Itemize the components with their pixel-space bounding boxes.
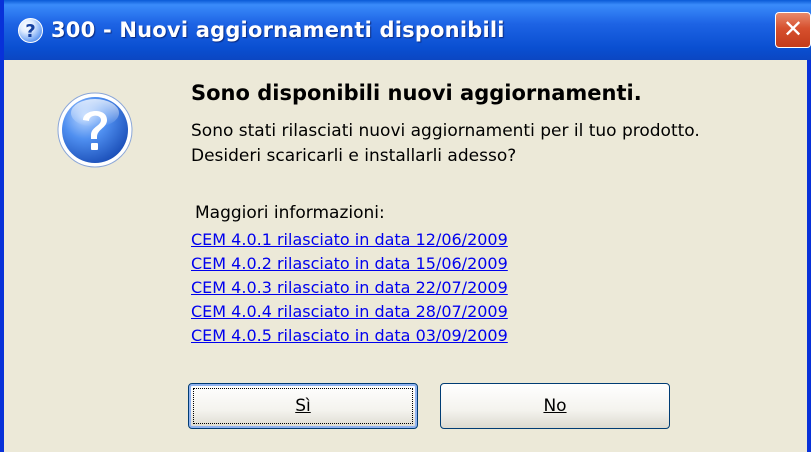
- dialog-heading: Sono disponibili nuovi aggiornamenti.: [191, 81, 642, 105]
- release-link-4-0-2[interactable]: CEM 4.0.2 rilasciato in data 15/06/2009: [191, 254, 508, 273]
- dialog-window: ? 300 - Nuovi aggiornamenti disponibili …: [0, 0, 811, 452]
- release-link-4-0-3[interactable]: CEM 4.0.3 rilasciato in data 22/07/2009: [191, 278, 508, 297]
- window-title: 300 - Nuovi aggiornamenti disponibili: [51, 18, 505, 42]
- no-button[interactable]: No: [440, 383, 670, 429]
- message-line-2: Desideri scaricarli e installarli adesso…: [191, 146, 517, 166]
- list-item: CEM 4.0.4 rilasciato in data 28/07/2009: [191, 300, 508, 324]
- yes-button-label: Sì: [295, 396, 311, 416]
- help-icon: ?: [18, 17, 43, 43]
- yes-button[interactable]: Sì: [188, 383, 418, 429]
- list-item: CEM 4.0.2 rilasciato in data 15/06/2009: [191, 252, 508, 276]
- question-icon: [57, 92, 133, 168]
- no-button-label: No: [543, 396, 567, 416]
- release-links-list: CEM 4.0.1 rilasciato in data 12/06/2009 …: [191, 228, 508, 348]
- close-button[interactable]: ✕: [775, 12, 811, 48]
- list-item: CEM 4.0.3 rilasciato in data 22/07/2009: [191, 276, 508, 300]
- release-link-4-0-5[interactable]: CEM 4.0.5 rilasciato in data 03/09/2009: [191, 326, 508, 345]
- message-line-1: Sono stati rilasciati nuovi aggiornament…: [191, 121, 700, 141]
- list-item: CEM 4.0.1 rilasciato in data 12/06/2009: [191, 228, 508, 252]
- release-link-4-0-1[interactable]: CEM 4.0.1 rilasciato in data 12/06/2009: [191, 230, 508, 249]
- close-icon: ✕: [782, 15, 804, 43]
- list-item: CEM 4.0.5 rilasciato in data 03/09/2009: [191, 324, 508, 348]
- title-bar[interactable]: ? 300 - Nuovi aggiornamenti disponibili …: [4, 0, 811, 60]
- dialog-message: Sono stati rilasciati nuovi aggiornament…: [191, 119, 700, 169]
- release-link-4-0-4[interactable]: CEM 4.0.4 rilasciato in data 28/07/2009: [191, 302, 508, 321]
- more-info-label: Maggiori informazioni:: [195, 203, 385, 223]
